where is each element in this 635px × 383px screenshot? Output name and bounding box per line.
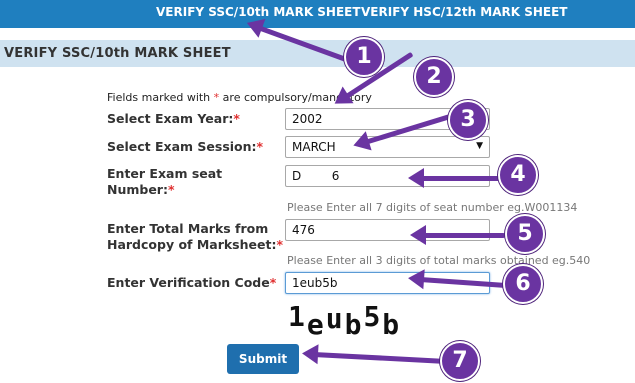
annotation-badge-7: 7 xyxy=(440,341,480,381)
chevron-down-icon: ▼ xyxy=(476,141,483,151)
annotation-badge-3: 3 xyxy=(448,100,488,140)
top-nav-bar: VERIFY SSC/10th MARK SHEET VERIFY HSC/12… xyxy=(0,0,635,28)
annotation-badge-1: 1 xyxy=(344,37,384,77)
annotation-badge-6: 6 xyxy=(503,264,543,304)
section-title: VERIFY SSC/10th MARK SHEET xyxy=(4,46,231,61)
annotation-badge-4: 4 xyxy=(498,155,538,195)
total-marks-hint: Please Enter all 3 digits of total marks… xyxy=(287,254,591,267)
exam-session-label: Select Exam Session:* xyxy=(107,139,264,154)
annotation-arrow-5 xyxy=(410,225,505,245)
submit-button[interactable]: Submit xyxy=(227,344,299,374)
exam-session-select[interactable]: MARCH ▼ xyxy=(285,136,490,158)
verification-code-label: Enter Verification Code* xyxy=(107,275,277,290)
tab-verify-hsc[interactable]: VERIFY HSC/12th MARK SHEET xyxy=(361,5,568,19)
captcha-image: 1eub5b xyxy=(288,300,402,341)
annotation-arrow-4 xyxy=(408,168,500,188)
annotation-badge-5: 5 xyxy=(505,214,545,254)
seat-number-label: Enter Exam seat Number:* xyxy=(107,166,223,197)
section-header: VERIFY SSC/10th MARK SHEET xyxy=(0,40,635,67)
annotation-badge-2: 2 xyxy=(414,57,454,97)
total-marks-label: Enter Total Marks from Hardcopy of Marks… xyxy=(107,221,283,252)
annotation-arrow-7 xyxy=(313,352,444,364)
seat-number-hint: Please Enter all 7 digits of seat number… xyxy=(287,201,578,214)
exam-year-label: Select Exam Year:* xyxy=(107,111,240,126)
